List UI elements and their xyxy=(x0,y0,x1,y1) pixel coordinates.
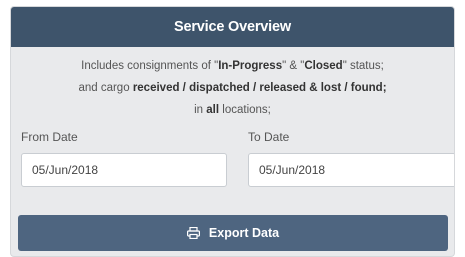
description-line-3: in all locations; xyxy=(194,104,271,116)
panel-header: Service Overview xyxy=(11,7,454,47)
cargo-types: received / dispatched / released & lost … xyxy=(132,82,387,94)
to-date-input[interactable]: 05/Jun/2018 xyxy=(248,153,454,187)
locations-all: all xyxy=(206,104,220,116)
to-date-label: To Date xyxy=(248,130,290,144)
service-overview-panel: Service Overview Includes consignments o… xyxy=(10,6,455,257)
to-date-group: To Date 05/Jun/2018 xyxy=(248,130,454,187)
from-date-label: From Date xyxy=(21,130,78,144)
from-date-group: From Date 05/Jun/2018 xyxy=(21,130,227,187)
from-date-value: 05/Jun/2018 xyxy=(32,163,99,177)
printer-icon xyxy=(186,227,200,239)
export-data-button[interactable]: Export Data xyxy=(18,215,448,251)
export-data-label: Export Data xyxy=(208,226,280,240)
description-line-1: Includes consignments of "In-Progress" &… xyxy=(81,60,384,72)
description-line-2: and cargo received / dispatched / releas… xyxy=(78,82,387,94)
status-in-progress: In-Progress xyxy=(218,60,283,72)
to-date-value: 05/Jun/2018 xyxy=(259,163,326,177)
panel-title: Service Overview xyxy=(174,19,291,35)
status-closed: Closed xyxy=(304,60,343,72)
description: Includes consignments of "In-Progress" &… xyxy=(11,55,454,121)
from-date-input[interactable]: 05/Jun/2018 xyxy=(21,153,227,187)
